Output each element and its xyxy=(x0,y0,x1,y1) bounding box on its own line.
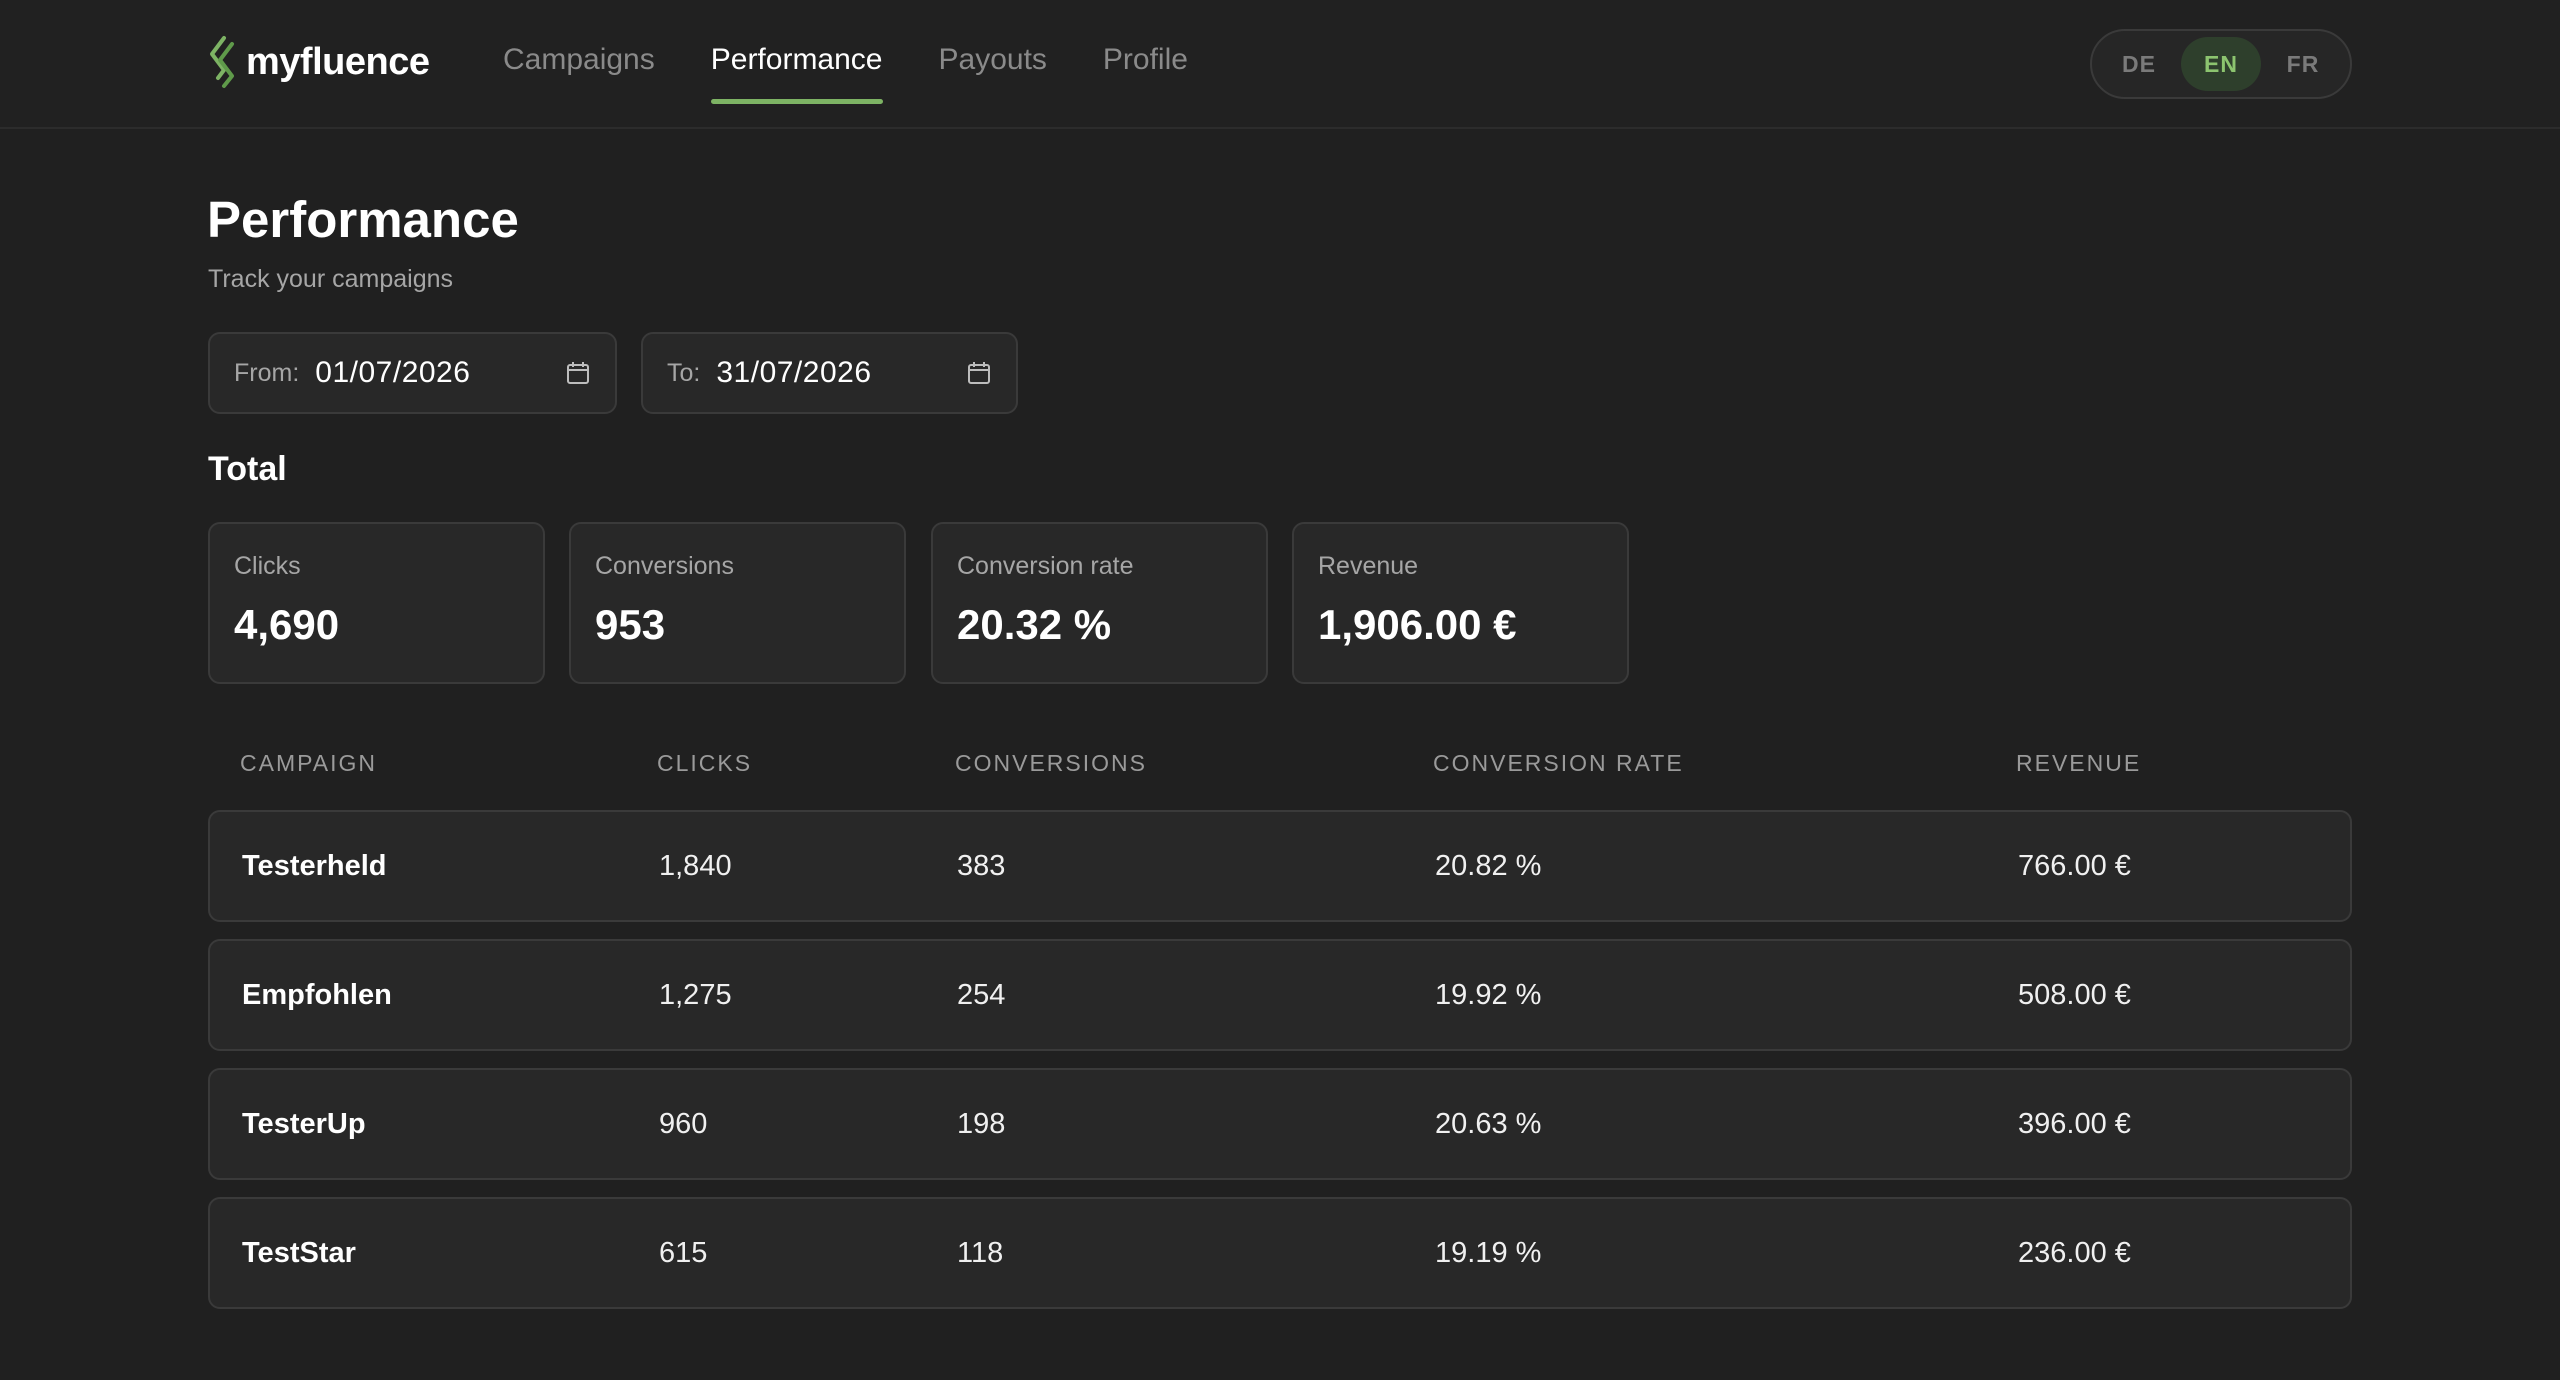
campaign-name: TesterUp xyxy=(242,1107,366,1140)
page-subtitle: Track your campaigns xyxy=(208,265,453,293)
conversions-value: 254 xyxy=(957,978,1006,1011)
revenue-value: 236.00 € xyxy=(2018,1236,2131,1269)
revenue-value: 766.00 € xyxy=(2018,849,2131,882)
brand-logo[interactable]: myfluence xyxy=(208,34,430,90)
nav-item-campaigns[interactable]: Campaigns xyxy=(503,0,655,127)
kpi-value: 4,690 xyxy=(234,601,340,648)
kpi-label: Clicks xyxy=(234,552,301,580)
revenue-value: 508.00 € xyxy=(2018,978,2131,1011)
conversions-value: 383 xyxy=(957,849,1006,882)
top-navigation-bar: myfluence Campaigns Performance Payouts … xyxy=(0,0,2560,129)
to-date-field[interactable]: To: 31/07/2026 xyxy=(641,332,1018,414)
column-header-campaign: CAMPAIGN xyxy=(240,750,377,776)
table-row[interactable]: TestStar 615 118 19.19 % 236.00 € xyxy=(208,1197,2352,1309)
campaign-name: TestStar xyxy=(242,1236,356,1269)
nav-item-performance[interactable]: Performance xyxy=(710,0,883,127)
table-row[interactable]: Empfohlen 1,275 254 19.92 % 508.00 € xyxy=(208,939,2352,1051)
table-row[interactable]: TesterUp 960 198 20.63 % 396.00 € xyxy=(208,1068,2352,1180)
clicks-value: 1,275 xyxy=(659,978,732,1011)
nav-item-profile[interactable]: Profile xyxy=(1103,0,1188,127)
revenue-value: 396.00 € xyxy=(2018,1107,2131,1140)
kpi-card-revenue: Revenue 1,906.00 € xyxy=(1292,522,1629,684)
clicks-value: 960 xyxy=(659,1107,708,1140)
kpi-card-clicks: Clicks 4,690 xyxy=(208,522,545,684)
from-date-field[interactable]: From: 01/07/2026 xyxy=(208,332,617,414)
calendar-icon[interactable] xyxy=(565,360,591,386)
column-header-conversion-rate: CONVERSION RATE xyxy=(1433,750,1684,776)
main-nav: Campaigns Performance Payouts Profile xyxy=(503,0,1244,127)
campaign-name: Testerheld xyxy=(242,849,387,882)
kpi-value: 953 xyxy=(595,601,666,648)
leaf-logo-icon xyxy=(210,36,234,88)
conversions-value: 118 xyxy=(957,1236,1004,1269)
to-date-value[interactable]: 31/07/2026 xyxy=(716,356,966,390)
column-header-revenue: REVENUE xyxy=(2016,750,2142,776)
brand-name: myfluence xyxy=(246,40,430,83)
kpi-card-conversions: Conversions 953 xyxy=(569,522,906,684)
table-row[interactable]: Testerheld 1,840 383 20.82 % 766.00 € xyxy=(208,810,2352,922)
conversion-rate-value: 19.19 % xyxy=(1435,1236,1542,1269)
language-option-fr[interactable]: FR xyxy=(2263,37,2343,91)
kpi-label: Revenue xyxy=(1318,552,1419,580)
conversion-rate-value: 20.63 % xyxy=(1435,1107,1542,1140)
conversions-value: 198 xyxy=(957,1107,1006,1140)
column-header-clicks: CLICKS xyxy=(657,750,753,776)
kpi-card-conversion-rate: Conversion rate 20.32 % xyxy=(931,522,1268,684)
language-switcher: DE EN FR xyxy=(2090,29,2352,99)
language-option-de[interactable]: DE xyxy=(2099,37,2179,91)
from-date-value[interactable]: 01/07/2026 xyxy=(315,356,565,390)
nav-item-payouts[interactable]: Payouts xyxy=(939,0,1047,127)
clicks-value: 1,840 xyxy=(659,849,732,882)
calendar-icon[interactable] xyxy=(966,360,992,386)
kpi-value: 1,906.00 € xyxy=(1318,601,1517,648)
conversion-rate-value: 20.82 % xyxy=(1435,849,1542,882)
kpi-value: 20.32 % xyxy=(957,601,1112,648)
clicks-value: 615 xyxy=(659,1236,708,1269)
page-title: Performance xyxy=(207,191,519,248)
kpi-label: Conversions xyxy=(595,552,734,580)
kpi-label: Conversion rate xyxy=(957,552,1134,580)
column-header-conversions: CONVERSIONS xyxy=(955,750,1147,776)
language-option-en[interactable]: EN xyxy=(2181,37,2261,91)
from-date-label: From: xyxy=(234,358,300,387)
table-header: CAMPAIGN CLICKS CONVERSIONS CONVERSION R… xyxy=(208,750,2352,782)
campaign-name: Empfohlen xyxy=(242,978,392,1011)
to-date-label: To: xyxy=(667,358,701,387)
conversion-rate-value: 19.92 % xyxy=(1435,978,1542,1011)
totals-title: Total xyxy=(208,450,287,488)
